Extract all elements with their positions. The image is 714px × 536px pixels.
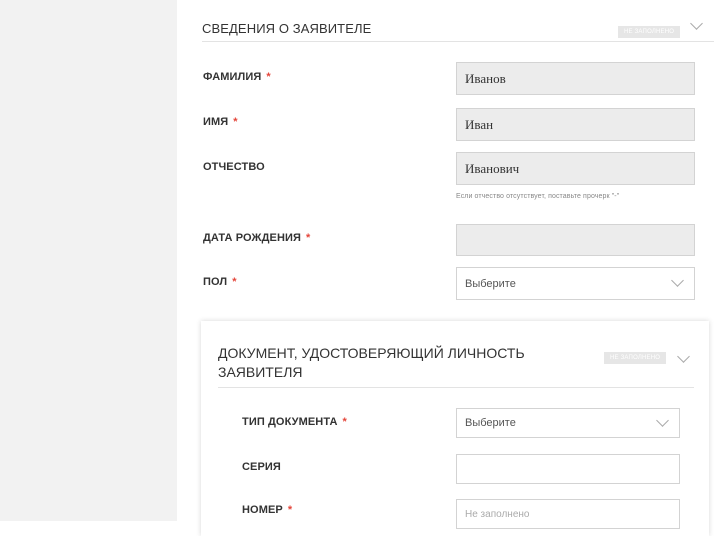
section-title-applicant: СВЕДЕНИЯ О ЗАЯВИТЕЛЕ [202,21,372,36]
required-mark: * [233,116,238,128]
doc-type-select[interactable]: Выберите [456,408,680,438]
identity-document-card: ДОКУМЕНТ, УДОСТОВЕРЯЮЩИЙ ЛИЧНОСТЬ ЗАЯВИТ… [201,321,709,536]
doc-type-label: ТИП ДОКУМЕНТА * [242,416,347,428]
gender-select[interactable]: Выберите [456,267,695,300]
patronymic-field[interactable]: Иванович [456,152,695,185]
number-placeholder: Не заполнено [465,508,530,520]
patronymic-hint: Если отчество отсутствует, поставьте про… [456,193,620,200]
applicant-form: СВЕДЕНИЯ О ЗАЯВИТЕЛЕ НЕ ЗАПОЛНЕНО ФАМИЛИ… [177,0,714,536]
birth-date-label: ДАТА РОЖДЕНИЯ * [203,232,311,244]
last-name-field[interactable]: Иванов [456,62,695,95]
birth-date-field[interactable] [456,224,695,256]
patronymic-value: Иванович [465,160,520,176]
first-name-field[interactable]: Иван [456,108,695,141]
patronymic-label: ОТЧЕСТВО [203,161,265,173]
number-field[interactable]: Не заполнено [456,499,680,529]
number-label: НОМЕР * [242,504,293,516]
status-badge: НЕ ЗАПОЛНЕНО [604,352,667,364]
section-divider [202,41,714,42]
first-name-label: ИМЯ * [203,116,238,128]
last-name-label: ФАМИЛИЯ * [203,71,271,83]
chevron-down-icon [656,414,669,427]
left-sidebar [0,0,177,521]
section-title-identity-document: ДОКУМЕНТ, УДОСТОВЕРЯЮЩИЙ ЛИЧНОСТЬ ЗАЯВИТ… [218,345,525,380]
gender-selected-value: Выберите [465,277,516,290]
required-mark: * [266,71,271,83]
first-name-value: Иван [465,116,494,132]
gender-label: ПОЛ * [203,276,237,288]
required-mark: * [287,504,293,516]
chevron-down-icon[interactable] [690,17,703,30]
section-divider [218,387,694,388]
required-mark: * [306,232,311,244]
required-mark: * [342,416,347,428]
series-label: СЕРИЯ [242,461,281,473]
required-mark: * [232,276,237,288]
doc-type-selected-value: Выберите [465,417,516,429]
series-field[interactable] [456,454,680,484]
status-badge: НЕ ЗАПОЛНЕНО [618,26,681,38]
chevron-down-icon [671,274,684,287]
last-name-value: Иванов [465,70,506,86]
chevron-down-icon[interactable] [677,350,690,363]
